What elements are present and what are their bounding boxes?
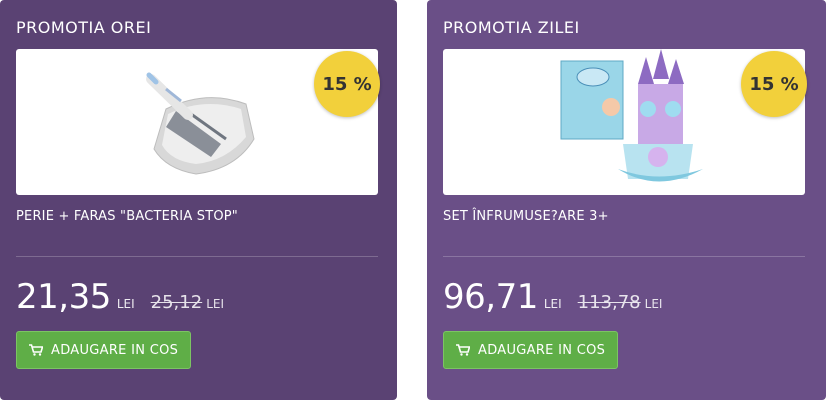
old-price: 113,78 bbox=[577, 292, 641, 313]
promo-title: PROMOTIA OREI bbox=[16, 18, 152, 37]
divider bbox=[16, 256, 378, 257]
price-row: 96,71 LEI 113,78 LEI bbox=[443, 279, 810, 315]
discount-badge: 15 % bbox=[314, 51, 380, 117]
product-image-box[interactable]: 15 % bbox=[443, 49, 807, 195]
current-price: 21,35 bbox=[16, 277, 111, 317]
product-name[interactable]: SET ÎNFRUMUSE?ARE 3+ bbox=[443, 209, 810, 245]
add-to-cart-button[interactable]: ADAUGARE IN COS bbox=[16, 331, 192, 369]
currency: LEI bbox=[116, 297, 135, 311]
add-to-cart-label: ADAUGARE IN COS bbox=[478, 342, 606, 358]
cart-icon bbox=[29, 344, 43, 356]
add-to-cart-label: ADAUGARE IN COS bbox=[51, 342, 179, 358]
price-row: 21,35 LEI 25,12 LEI bbox=[16, 279, 381, 315]
divider bbox=[443, 256, 805, 257]
old-currency: LEI bbox=[644, 297, 663, 311]
add-to-cart-button[interactable]: ADAUGARE IN COS bbox=[443, 331, 619, 369]
currency: LEI bbox=[543, 297, 562, 311]
old-price: 25,12 bbox=[150, 292, 203, 313]
current-price: 96,71 bbox=[443, 277, 538, 317]
promo-card-hour: PROMOTIA OREI 15 % PERIE + FARAS "BACTER… bbox=[0, 0, 397, 400]
promo-card-day: PROMOTIA ZILEI 15 % SET ÎNFRUMUSE?ARE 3+… bbox=[427, 0, 826, 400]
product-image-box[interactable]: 15 % bbox=[16, 49, 380, 195]
cart-icon bbox=[456, 344, 470, 356]
old-currency: LEI bbox=[206, 297, 224, 311]
product-name[interactable]: PERIE + FARAS "BACTERIA STOP" bbox=[16, 209, 381, 245]
discount-badge: 15 % bbox=[741, 51, 807, 117]
promo-title: PROMOTIA ZILEI bbox=[443, 18, 580, 37]
